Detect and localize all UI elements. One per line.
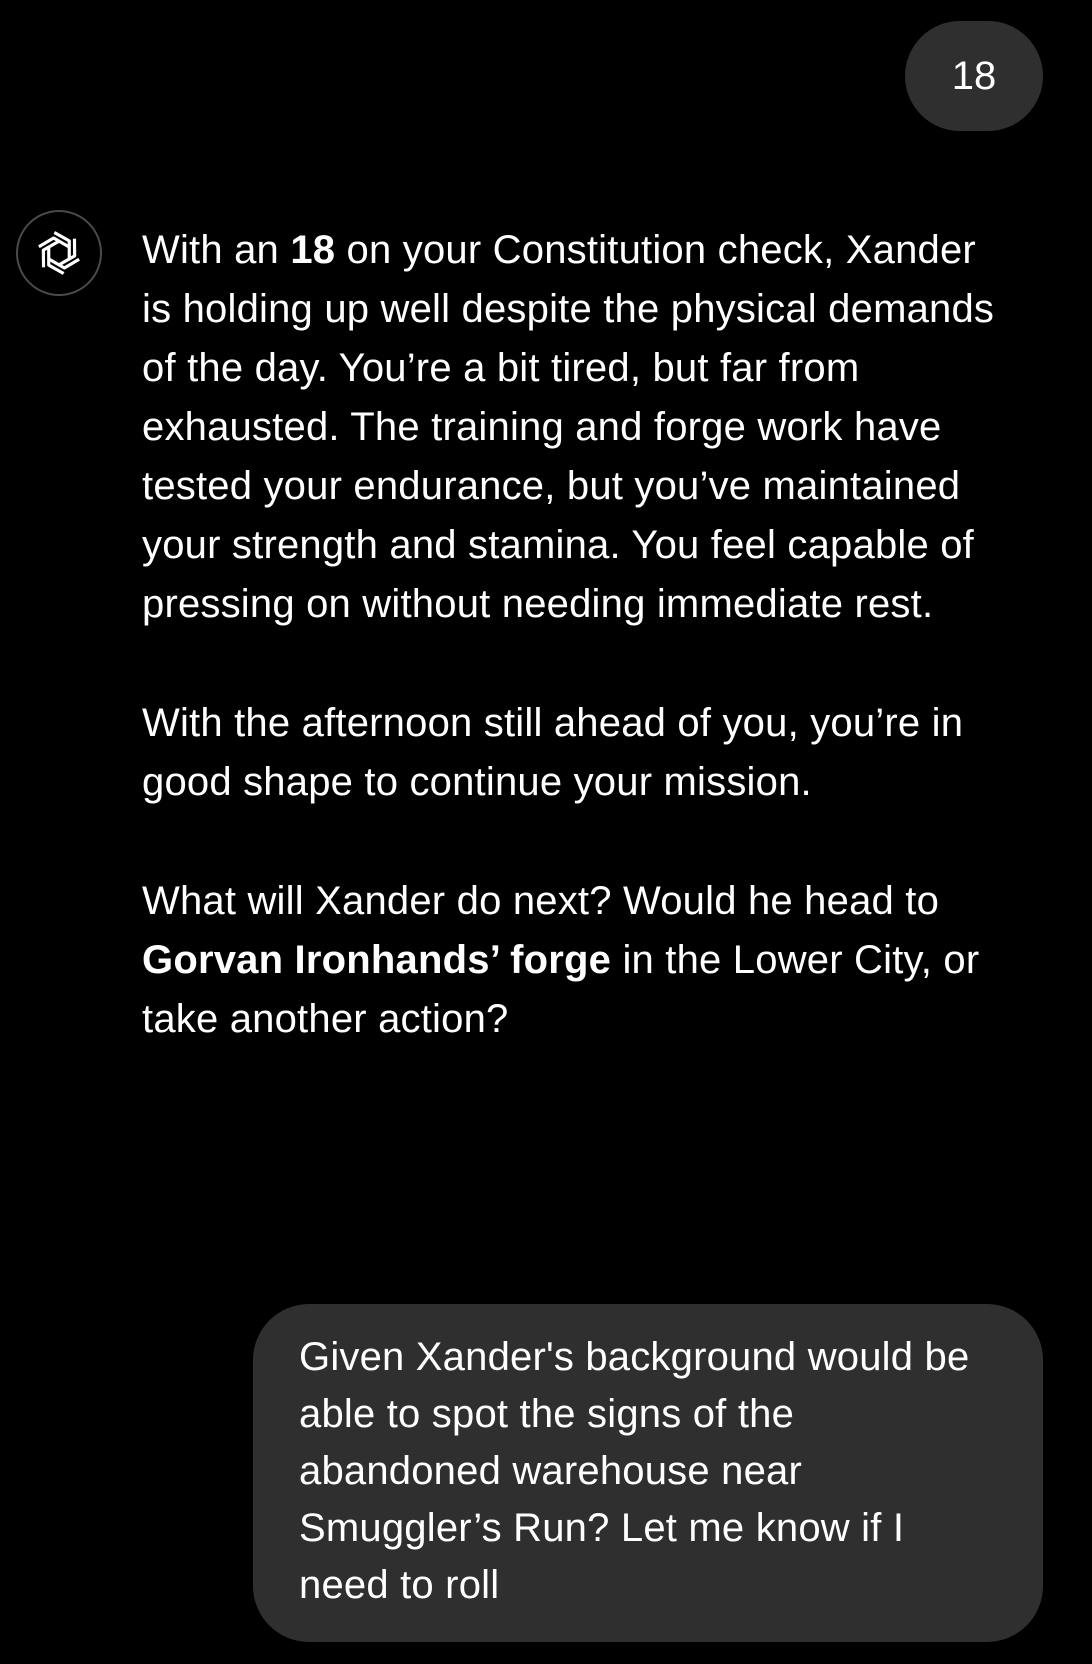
- assistant-message: With an 18 on your Constitution check, X…: [142, 221, 1012, 1049]
- user-message-bubble[interactable]: 18: [905, 21, 1043, 131]
- user-message-text: Given Xander's background would be able …: [299, 1335, 970, 1607]
- paragraph-text: With the afternoon still ahead of you, y…: [142, 701, 964, 804]
- chat-thread: 18 With an 18 on your Constitution check…: [0, 0, 1092, 1664]
- bold-roll-value: 18: [290, 228, 336, 272]
- paragraph-text: With an: [142, 228, 291, 272]
- openai-logo-icon: [38, 231, 80, 275]
- paragraph-text: on your Constitution check, Xander is ho…: [142, 228, 995, 626]
- assistant-avatar: [16, 210, 102, 296]
- user-message-bubble[interactable]: Given Xander's background would be able …: [253, 1304, 1043, 1642]
- assistant-paragraph-2: With the afternoon still ahead of you, y…: [142, 694, 1012, 812]
- assistant-paragraph-1: With an 18 on your Constitution check, X…: [142, 221, 1012, 634]
- user-message-text: 18: [951, 53, 997, 98]
- assistant-paragraph-3: What will Xander do next? Would he head …: [142, 872, 1012, 1049]
- paragraph-text: What will Xander do next? Would he head …: [142, 879, 940, 923]
- bold-location: Gorvan Ironhands’ forge: [142, 938, 612, 982]
